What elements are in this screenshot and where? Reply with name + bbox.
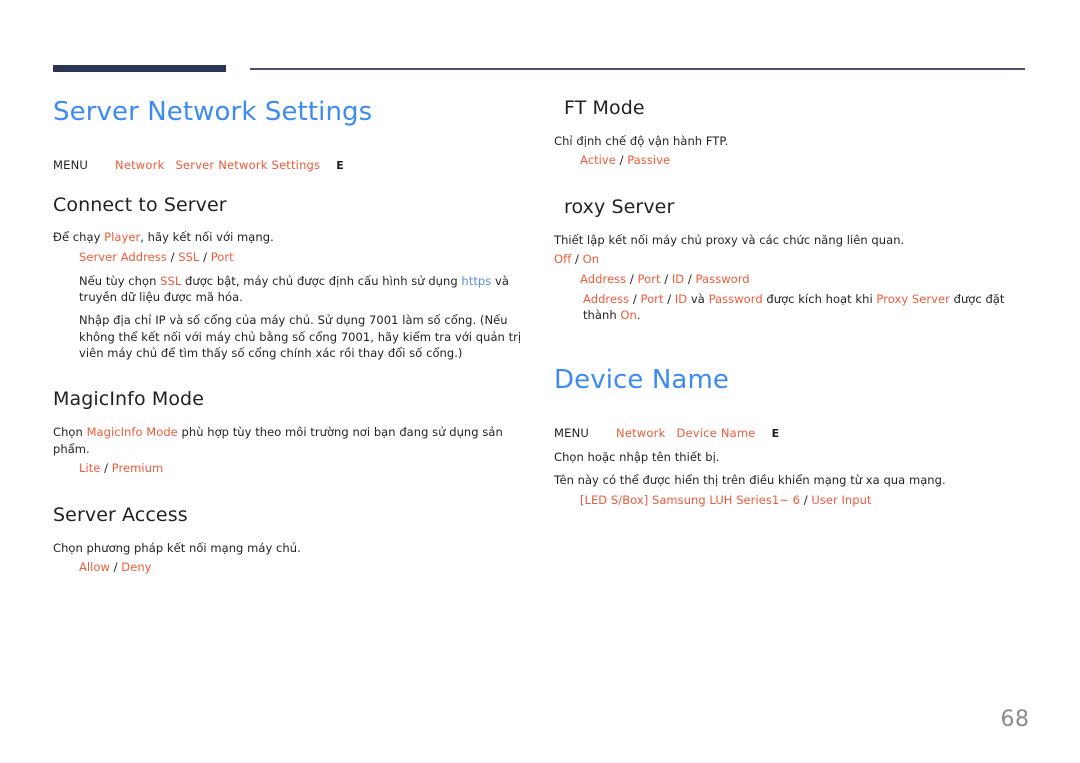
option-separator-1: / [166,249,179,264]
note-sep-2: / [663,291,675,306]
option-separator-6: / [571,252,583,267]
breadcrumb-item-server-network-settings[interactable]: Server Network Settings [175,158,320,172]
note-sep-1: / [629,291,641,306]
option-on[interactable]: On [583,252,599,266]
option-port[interactable]: Port [211,250,234,264]
left-column: Server Network Settings MENU Network Serve… [53,96,523,576]
option-separator-7: / [626,272,638,287]
connect-desc-highlight-player: Player [104,230,141,245]
page-header-rules [0,0,1080,80]
right-column: FT Mode Chỉ định chế độ vận hành FTP. Ac… [554,96,1029,509]
ssl-note-part-a: Nếu tùy chọn [79,273,161,288]
option-separator-4: / [109,560,122,575]
option-separator-9: / [684,272,696,287]
heading-magicinfo-mode: MagicInfo Mode [53,388,204,411]
breadcrumb-server-network-settings: MENU Network Server Network Settings E [53,158,523,172]
option-off[interactable]: Off [554,252,571,266]
connect-note-ssl: Nếu tùy chọn SSL được bật, máy chủ được … [53,273,523,306]
connect-desc-part-b: , hãy kết nối với mạng. [140,230,274,245]
breadcrumb-item-network[interactable]: Network [115,158,164,172]
option-premium[interactable]: Premium [112,461,164,475]
option-allow[interactable]: Allow [79,560,110,574]
ssl-note-link-https: https [461,273,492,288]
breadcrumb-device-name: MENU Network Device Name E [554,426,1029,440]
note-address: Address [583,291,630,306]
breadcrumb-item-network-2[interactable]: Network [616,426,665,440]
option-deny[interactable]: Deny [121,560,151,574]
option-separator-2: / [199,249,211,264]
magicinfo-desc-part-a: Chọn [53,424,87,439]
proxy-server-description: Thiết lập kết nối máy chủ proxy và các c… [554,232,905,247]
heading-server-access: Server Access [53,503,188,526]
note-mid-1: và [687,291,709,306]
device-name-description-1: Chọn hoặc nhập tên thiết bị. [554,449,720,464]
note-end: . [636,308,641,323]
header-rule-thin [250,68,1025,70]
breadcrumb-item-device-name[interactable]: Device Name [676,426,755,440]
ftp-mode-description: Chỉ định chế độ vận hành FTP. [554,133,729,148]
connect-to-server-options: Server Address / SSL / Port [53,249,523,266]
page-title-server-network-settings: Server Network Settings [53,97,373,127]
option-server-address[interactable]: Server Address [79,250,167,264]
heading-ftp-mode: FT Mode [564,97,645,119]
connect-desc-part-a: Để chạy [53,230,105,245]
option-lite[interactable]: Lite [79,461,100,475]
magicinfo-desc-highlight: MagicInfo Mode [86,424,178,439]
option-password[interactable]: Password [696,272,750,286]
note-proxy-server: Proxy Server [876,291,950,306]
note-password: Password [708,291,763,306]
breadcrumb-menu-label-2: MENU [554,425,590,440]
server-access-options: Allow / Deny [53,559,523,576]
header-rule-thick [53,65,226,72]
proxy-server-note: Address / Port / ID và Password được kíc… [554,291,1029,324]
page-number: 68 [1000,707,1030,732]
heading-connect-to-server: Connect to Server [53,193,227,216]
connect-to-server-description: Để chạy Player, hãy kết nối với mạng. [53,229,523,246]
server-access-description: Chọn phương pháp kết nối mạng máy chủ. [53,540,301,555]
breadcrumb-enter-key-icon-2: E [771,426,780,440]
ssl-note-highlight-ssl: SSL [160,273,182,288]
magicinfo-mode-options: Lite / Premium [53,460,523,477]
option-user-input[interactable]: User Input [811,493,871,507]
option-id[interactable]: ID [672,272,684,286]
option-separator-5: / [615,153,628,168]
option-separator-8: / [660,272,672,287]
option-passive[interactable]: Passive [627,153,670,167]
option-separator-3: / [100,461,112,476]
magicinfo-mode-description: Chọn MagicInfo Mode phù hợp tùy theo môi… [53,424,523,457]
option-address[interactable]: Address [580,272,626,286]
note-port: Port [640,291,664,306]
option-led-sbox-samsung-series[interactable]: [LED S/Box] Samsung LUH Series1~ 6 [580,493,800,507]
connect-note-ip-port: Nhập địa chỉ IP và số cổng của máy chủ. … [79,313,522,360]
ssl-note-part-b: được bật, máy chủ được định cấu hình sử … [181,273,462,288]
note-on: On [620,308,637,323]
breadcrumb-enter-key-icon: E [336,158,344,172]
option-ssl[interactable]: SSL [178,250,199,264]
option-separator-10: / [799,492,812,507]
proxy-server-field-options: Address / Port / ID / Password [554,271,1029,288]
ftp-mode-options: Active / Passive [554,152,1029,169]
page-title-device-name: Device Name [554,365,729,396]
device-name-options: [LED S/Box] Samsung LUH Series1~ 6 / Use… [554,492,1029,509]
note-id: ID [674,291,688,306]
heading-proxy-server: roxy Server [564,196,675,219]
device-name-description-2: Tên này có thể được hiển thị trên điều k… [554,473,946,488]
breadcrumb-menu-label: MENU [53,157,89,172]
option-active[interactable]: Active [580,153,616,167]
proxy-server-toggle-options: Off / On [554,251,1029,268]
note-mid-2: được kích hoạt khi [762,291,877,306]
option-port-proxy[interactable]: Port [638,272,661,286]
document-page: Server Network Settings MENU Network Serve… [0,0,1080,763]
